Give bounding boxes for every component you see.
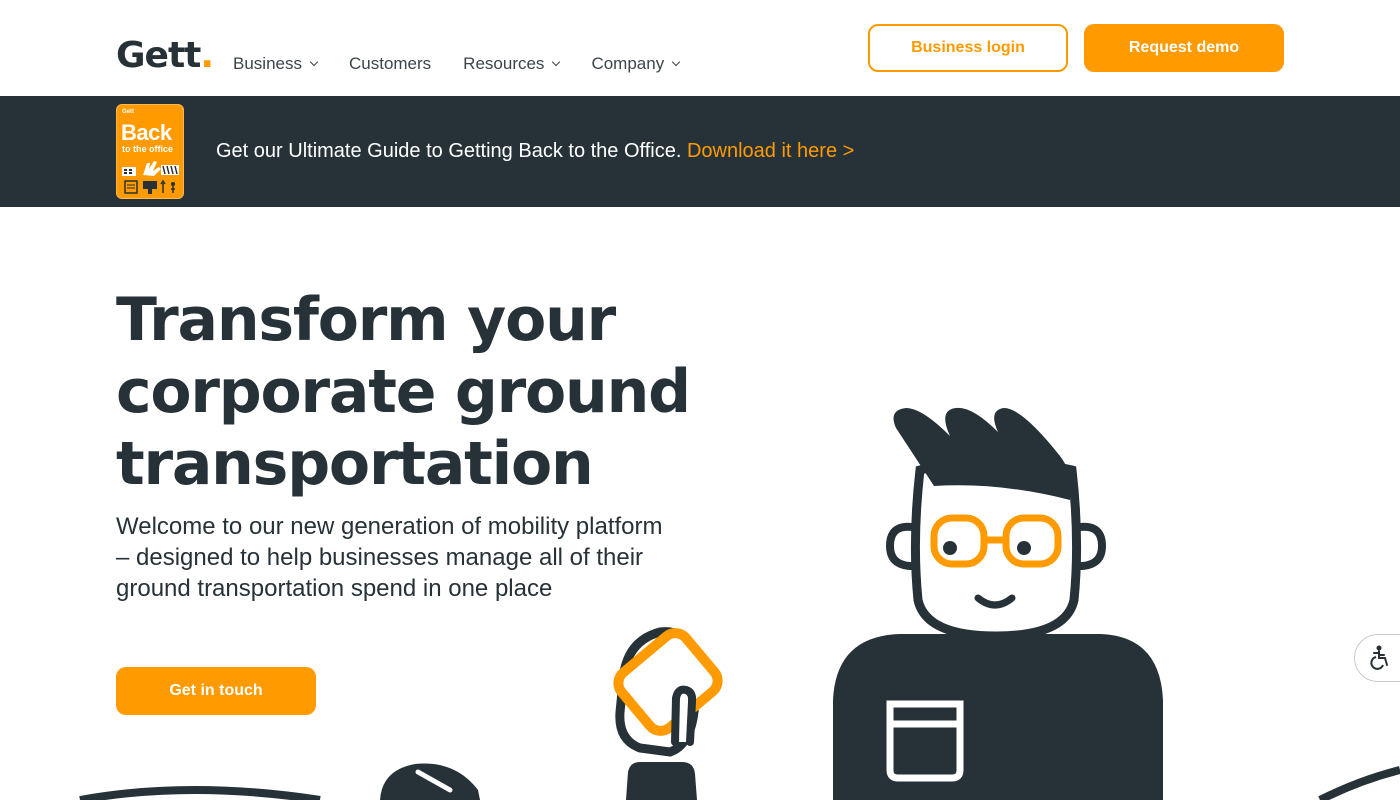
banner-text: Get our Ultimate Guide to Getting Back t… — [216, 140, 682, 162]
nav-item-label: Business — [233, 54, 302, 73]
nav-item-company[interactable]: Company — [591, 52, 681, 76]
book-title: Back — [121, 120, 172, 145]
round-object — [380, 763, 480, 800]
accessibility-icon — [1370, 645, 1388, 670]
main-nav: Business Customers Resources Company — [233, 52, 711, 76]
business-login-button[interactable]: Business login — [868, 24, 1068, 72]
nav-item-label: Customers — [348, 54, 432, 73]
chevron-down-icon — [671, 57, 681, 67]
logo-text: Gett — [116, 35, 201, 76]
hero-title-line: Transform your — [116, 285, 616, 355]
hero-illustration — [79, 407, 1400, 800]
request-demo-button[interactable]: Request demo — [1084, 24, 1284, 72]
site-header: Gett. Business Customers Resources Compa… — [0, 0, 1400, 96]
ground-curve-right — [1318, 766, 1400, 800]
nav-item-resources[interactable]: Resources — [463, 52, 561, 76]
book-illustration — [122, 161, 179, 194]
nav-item-label: Resources — [463, 54, 545, 73]
download-guide-link[interactable]: Download it here > — [687, 140, 854, 162]
book-brand: Gett — [122, 109, 134, 115]
chevron-down-icon — [309, 57, 319, 67]
nav-item-customers[interactable]: Customers — [349, 52, 431, 76]
accessibility-button[interactable] — [1354, 634, 1400, 682]
logo-dot: . — [200, 35, 214, 76]
character-illustration — [833, 407, 1163, 800]
nav-item-label: Company — [591, 54, 665, 73]
nav-item-business[interactable]: Business — [233, 52, 319, 76]
book-subtitle: to the office — [122, 144, 173, 154]
chevron-down-icon — [552, 57, 561, 67]
promo-banner: Gett Back to the office Get our Ultimate… — [0, 96, 1400, 207]
gett-logo[interactable]: Gett. — [116, 35, 214, 76]
guide-book-cover[interactable]: Gett Back to the office — [116, 104, 184, 199]
hand-with-phone — [613, 627, 723, 800]
ground-curve-left — [79, 786, 321, 800]
banner-message: Get our Ultimate Guide to Getting Back t… — [216, 140, 854, 163]
